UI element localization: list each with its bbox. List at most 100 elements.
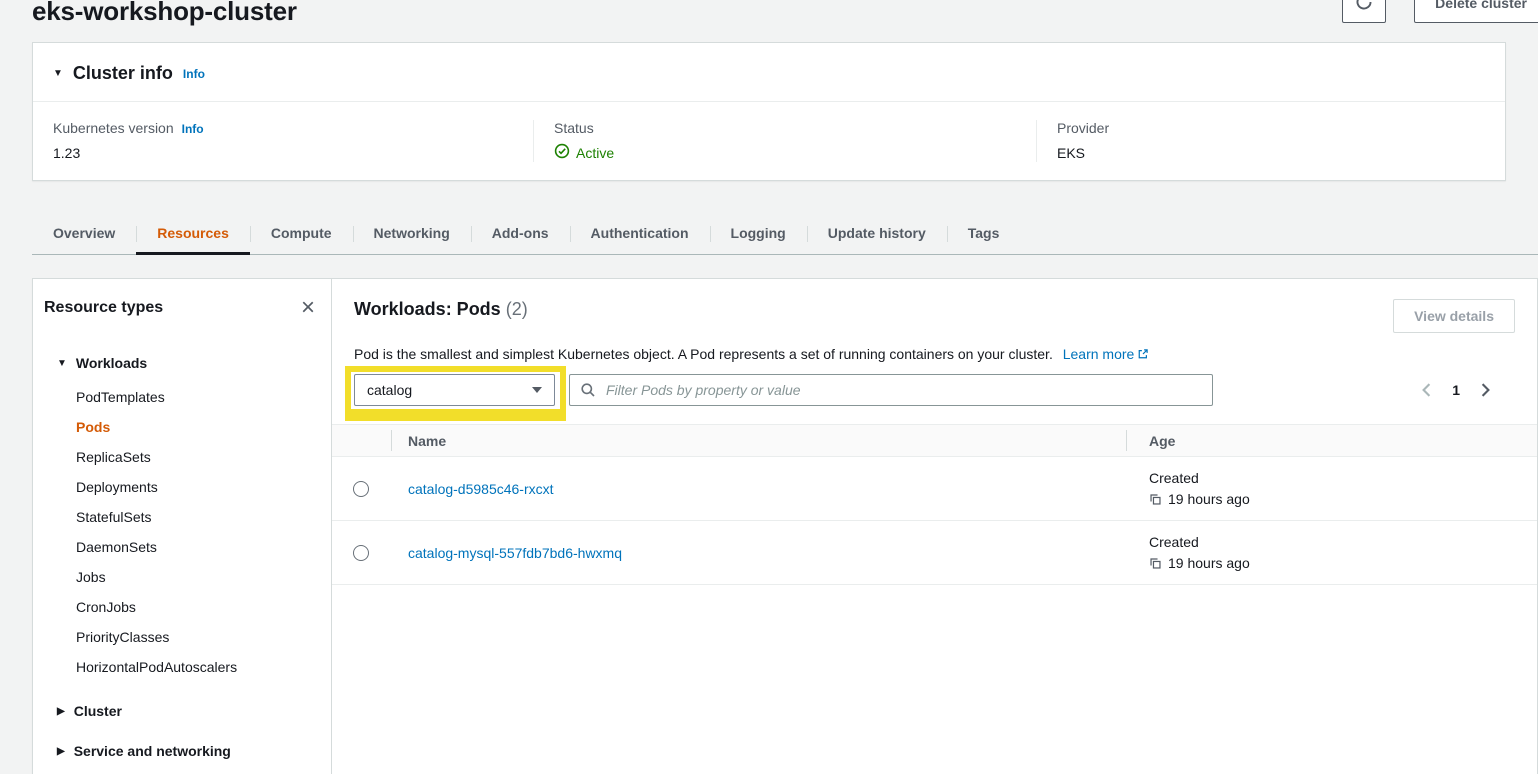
age-created-label: Created <box>1149 470 1537 486</box>
sidebar-item-deployments[interactable]: Deployments <box>33 472 331 502</box>
row-radio-button[interactable] <box>353 481 369 497</box>
resource-types-sidebar: Resource types × ▼ Workloads PodTemplate… <box>33 279 332 774</box>
pods-table: Name Age catalog-d5985c46-rxcxt Created <box>332 424 1537 585</box>
learn-more-label: Learn more <box>1063 346 1135 362</box>
refresh-icon <box>1355 0 1373 14</box>
sidebar-item-daemonsets[interactable]: DaemonSets <box>33 532 331 562</box>
view-details-button[interactable]: View details <box>1393 299 1515 333</box>
kubernetes-version-field: Kubernetes version Info 1.23 <box>33 120 533 162</box>
age-created-label: Created <box>1149 534 1537 550</box>
sidebar-group-workloads-header[interactable]: ▼ Workloads <box>33 352 331 374</box>
pods-description: Pod is the smallest and simplest Kuberne… <box>332 333 1537 363</box>
sidebar-item-priorityclasses[interactable]: PriorityClasses <box>33 622 331 652</box>
sidebar-group-workloads-label: Workloads <box>76 355 147 371</box>
age-value: 19 hours ago <box>1168 491 1250 507</box>
workloads-items: PodTemplates Pods ReplicaSets Deployment… <box>33 382 331 682</box>
tab-networking[interactable]: Networking <box>353 211 471 255</box>
copy-icon[interactable] <box>1149 493 1162 506</box>
tab-authentication[interactable]: Authentication <box>570 211 710 255</box>
kubernetes-version-value: 1.23 <box>53 145 533 161</box>
status-label: Status <box>554 120 594 136</box>
delete-cluster-button[interactable]: Delete cluster <box>1414 0 1538 23</box>
row-radio-button[interactable] <box>353 545 369 561</box>
copy-icon[interactable] <box>1149 557 1162 570</box>
age-cell: Created 19 hours ago <box>1149 470 1537 507</box>
pods-description-text: Pod is the smallest and simplest Kuberne… <box>354 346 1053 362</box>
sidebar-group-cluster: ▶ Cluster <box>33 700 331 722</box>
age-cell: Created 19 hours ago <box>1149 534 1537 571</box>
name-column-header: Name <box>391 425 1126 456</box>
pods-header: Workloads: Pods (2) View details <box>332 279 1537 333</box>
sidebar-item-jobs[interactable]: Jobs <box>33 562 331 592</box>
current-page-number[interactable]: 1 <box>1452 382 1460 398</box>
learn-more-link[interactable]: Learn more <box>1063 346 1150 362</box>
age-value: 19 hours ago <box>1168 555 1250 571</box>
tab-overview[interactable]: Overview <box>32 211 136 255</box>
cluster-tabs: Overview Resources Compute Networking Ad… <box>32 211 1538 255</box>
sidebar-groups: ▼ Workloads PodTemplates Pods ReplicaSet… <box>33 352 331 762</box>
kubernetes-version-label: Kubernetes version <box>53 120 174 136</box>
sidebar-group-service-and-networking: ▶ Service and networking <box>33 740 331 762</box>
sidebar-title: Resource types <box>44 299 163 317</box>
provider-value: EKS <box>1057 145 1505 161</box>
cluster-info-header: ▼ Cluster info Info <box>33 43 1505 102</box>
pagination: 1 <box>1421 382 1515 398</box>
caret-right-icon: ▶ <box>57 706 65 717</box>
cluster-info-body: Kubernetes version Info 1.23 Status <box>33 102 1505 180</box>
page-title: eks-workshop-cluster <box>32 0 1506 25</box>
pods-main-panel: Workloads: Pods (2) View details Pod is … <box>332 279 1537 774</box>
pod-name-link[interactable]: catalog-mysql-557fdb7bd6-hwxmq <box>408 545 622 561</box>
pods-filter-controls: catalog <box>354 374 1515 406</box>
refresh-button[interactable] <box>1342 0 1386 23</box>
sidebar-item-pods[interactable]: Pods <box>33 412 331 442</box>
sidebar-item-podtemplates[interactable]: PodTemplates <box>33 382 331 412</box>
status-active-check-icon <box>554 143 570 162</box>
header-actions: Delete cluster <box>1342 0 1538 23</box>
pods-table-header: Name Age <box>332 424 1537 457</box>
namespace-filter-value: catalog <box>367 382 412 398</box>
sidebar-group-service-and-networking-label: Service and networking <box>74 743 231 759</box>
previous-page-icon[interactable] <box>1421 383 1432 397</box>
tab-add-ons[interactable]: Add-ons <box>471 211 570 255</box>
caret-down-icon: ▼ <box>57 358 67 369</box>
namespace-filter-dropdown[interactable]: catalog <box>354 374 555 406</box>
sidebar-header: Resource types × <box>33 299 331 317</box>
pods-search <box>569 374 1213 406</box>
pod-name-link[interactable]: catalog-d5985c46-rxcxt <box>408 481 554 497</box>
age-column-header: Age <box>1126 425 1537 456</box>
sidebar-group-cluster-label: Cluster <box>74 703 122 719</box>
sidebar-group-service-and-networking-header[interactable]: ▶ Service and networking <box>33 740 331 762</box>
cluster-info-info-link[interactable]: Info <box>183 67 205 81</box>
cluster-info-title: Cluster info <box>73 63 173 84</box>
status-value: Active <box>576 145 614 161</box>
next-page-icon[interactable] <box>1480 383 1491 397</box>
sidebar-item-cronjobs[interactable]: CronJobs <box>33 592 331 622</box>
caret-right-icon: ▶ <box>57 746 65 757</box>
pods-filter-input[interactable] <box>569 374 1213 406</box>
external-link-icon <box>1137 347 1149 363</box>
chevron-down-icon <box>532 387 542 393</box>
kubernetes-version-info-link[interactable]: Info <box>182 122 204 136</box>
cluster-info-section: ▼ Cluster info Info Kubernetes version I… <box>32 42 1506 181</box>
provider-field: Provider EKS <box>1036 120 1505 162</box>
tab-compute[interactable]: Compute <box>250 211 353 255</box>
table-row: catalog-d5985c46-rxcxt Created 19 hours … <box>332 457 1537 521</box>
sidebar-group-cluster-header[interactable]: ▶ Cluster <box>33 700 331 722</box>
sidebar-item-replicasets[interactable]: ReplicaSets <box>33 442 331 472</box>
collapse-caret-icon[interactable]: ▼ <box>53 68 63 79</box>
sidebar-item-horizontalpodautoscalers[interactable]: HorizontalPodAutoscalers <box>33 652 331 682</box>
sidebar-item-statefulsets[interactable]: StatefulSets <box>33 502 331 532</box>
tab-update-history[interactable]: Update history <box>807 211 947 255</box>
pods-title: Workloads: Pods (2) <box>354 299 528 320</box>
pods-count: (2) <box>506 299 528 319</box>
tab-tags[interactable]: Tags <box>947 211 1021 255</box>
close-icon[interactable]: × <box>297 299 319 317</box>
search-icon <box>580 382 596 401</box>
page-header: eks-workshop-cluster Delete cluster <box>0 0 1538 25</box>
sidebar-group-workloads: ▼ Workloads PodTemplates Pods ReplicaSet… <box>33 352 331 682</box>
resources-panel: Resource types × ▼ Workloads PodTemplate… <box>32 278 1538 774</box>
tab-resources[interactable]: Resources <box>136 211 250 255</box>
status-field: Status Active <box>533 120 1036 162</box>
pods-title-text: Workloads: Pods <box>354 299 501 319</box>
tab-logging[interactable]: Logging <box>710 211 807 255</box>
